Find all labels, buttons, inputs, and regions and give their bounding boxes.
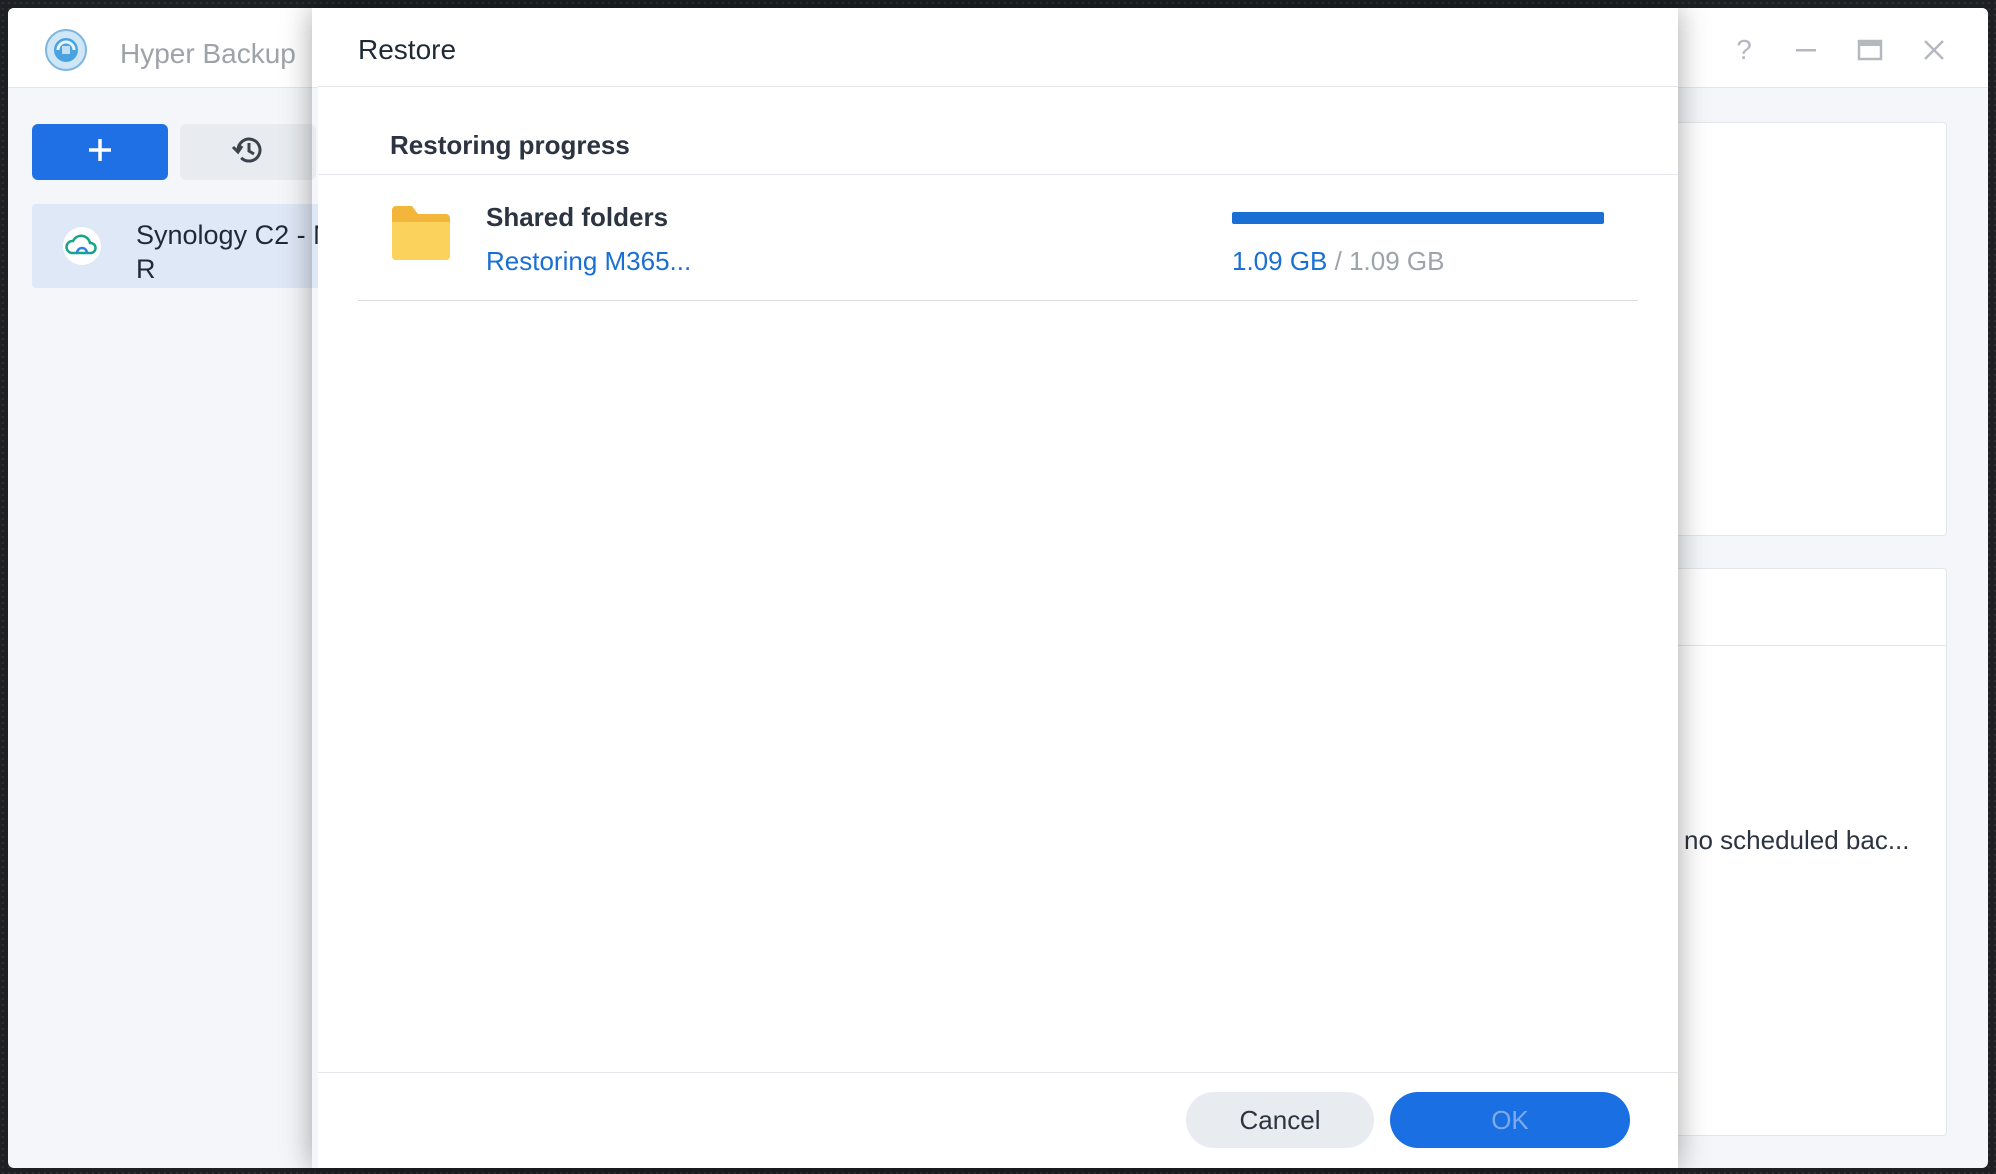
minimize-icon[interactable]	[1788, 32, 1824, 68]
dialog-title: Restore	[358, 34, 457, 65]
section-title: Restoring progress	[390, 130, 630, 160]
task-label-line2: R	[136, 254, 156, 284]
schedule-status-text: no scheduled bac...	[1684, 825, 1910, 855]
history-icon	[230, 132, 266, 173]
item-name: Shared folders	[486, 202, 669, 232]
progress-bar	[1232, 212, 1604, 224]
footer-divider	[318, 1072, 1678, 1073]
sidebar-task-item[interactable]: Synology C2 - M3 R	[32, 204, 351, 288]
progress-bar-fill	[1232, 212, 1604, 224]
section-divider	[318, 174, 1678, 175]
progress-separator: /	[1327, 246, 1350, 276]
ok-button[interactable]: OK	[1390, 1092, 1630, 1148]
help-icon[interactable]: ?	[1726, 32, 1762, 68]
progress-total-size: 1.09 GB	[1349, 246, 1445, 276]
dialog-header: Restore	[318, 8, 1678, 87]
folder-icon	[390, 204, 452, 267]
panel-divider	[1668, 645, 1946, 646]
restore-item-row: Shared folders Restoring M365... 1.09 GB…	[358, 176, 1638, 301]
close-icon[interactable]	[1916, 32, 1952, 68]
cloud-icon	[60, 226, 104, 271]
cancel-button[interactable]: Cancel	[1186, 1092, 1374, 1148]
create-button[interactable]	[32, 124, 168, 180]
progress-size-text: 1.09 GB / 1.09 GB	[1232, 246, 1444, 277]
maximize-icon[interactable]	[1852, 32, 1888, 68]
task-info-panel	[1668, 122, 1947, 536]
plus-icon	[86, 136, 114, 169]
progress-done-size: 1.09 GB	[1232, 246, 1328, 276]
task-label-line1: Synology C2 - M3	[136, 220, 351, 250]
schedule-panel: no scheduled bac...	[1668, 568, 1947, 1136]
hyper-backup-logo-icon	[44, 28, 88, 72]
item-status: Restoring M365...	[486, 246, 692, 276]
restore-button[interactable]	[180, 124, 316, 180]
restore-dialog: Restore Restoring progress Shared folder…	[318, 8, 1678, 1168]
app-title: Hyper Backup	[120, 38, 296, 69]
